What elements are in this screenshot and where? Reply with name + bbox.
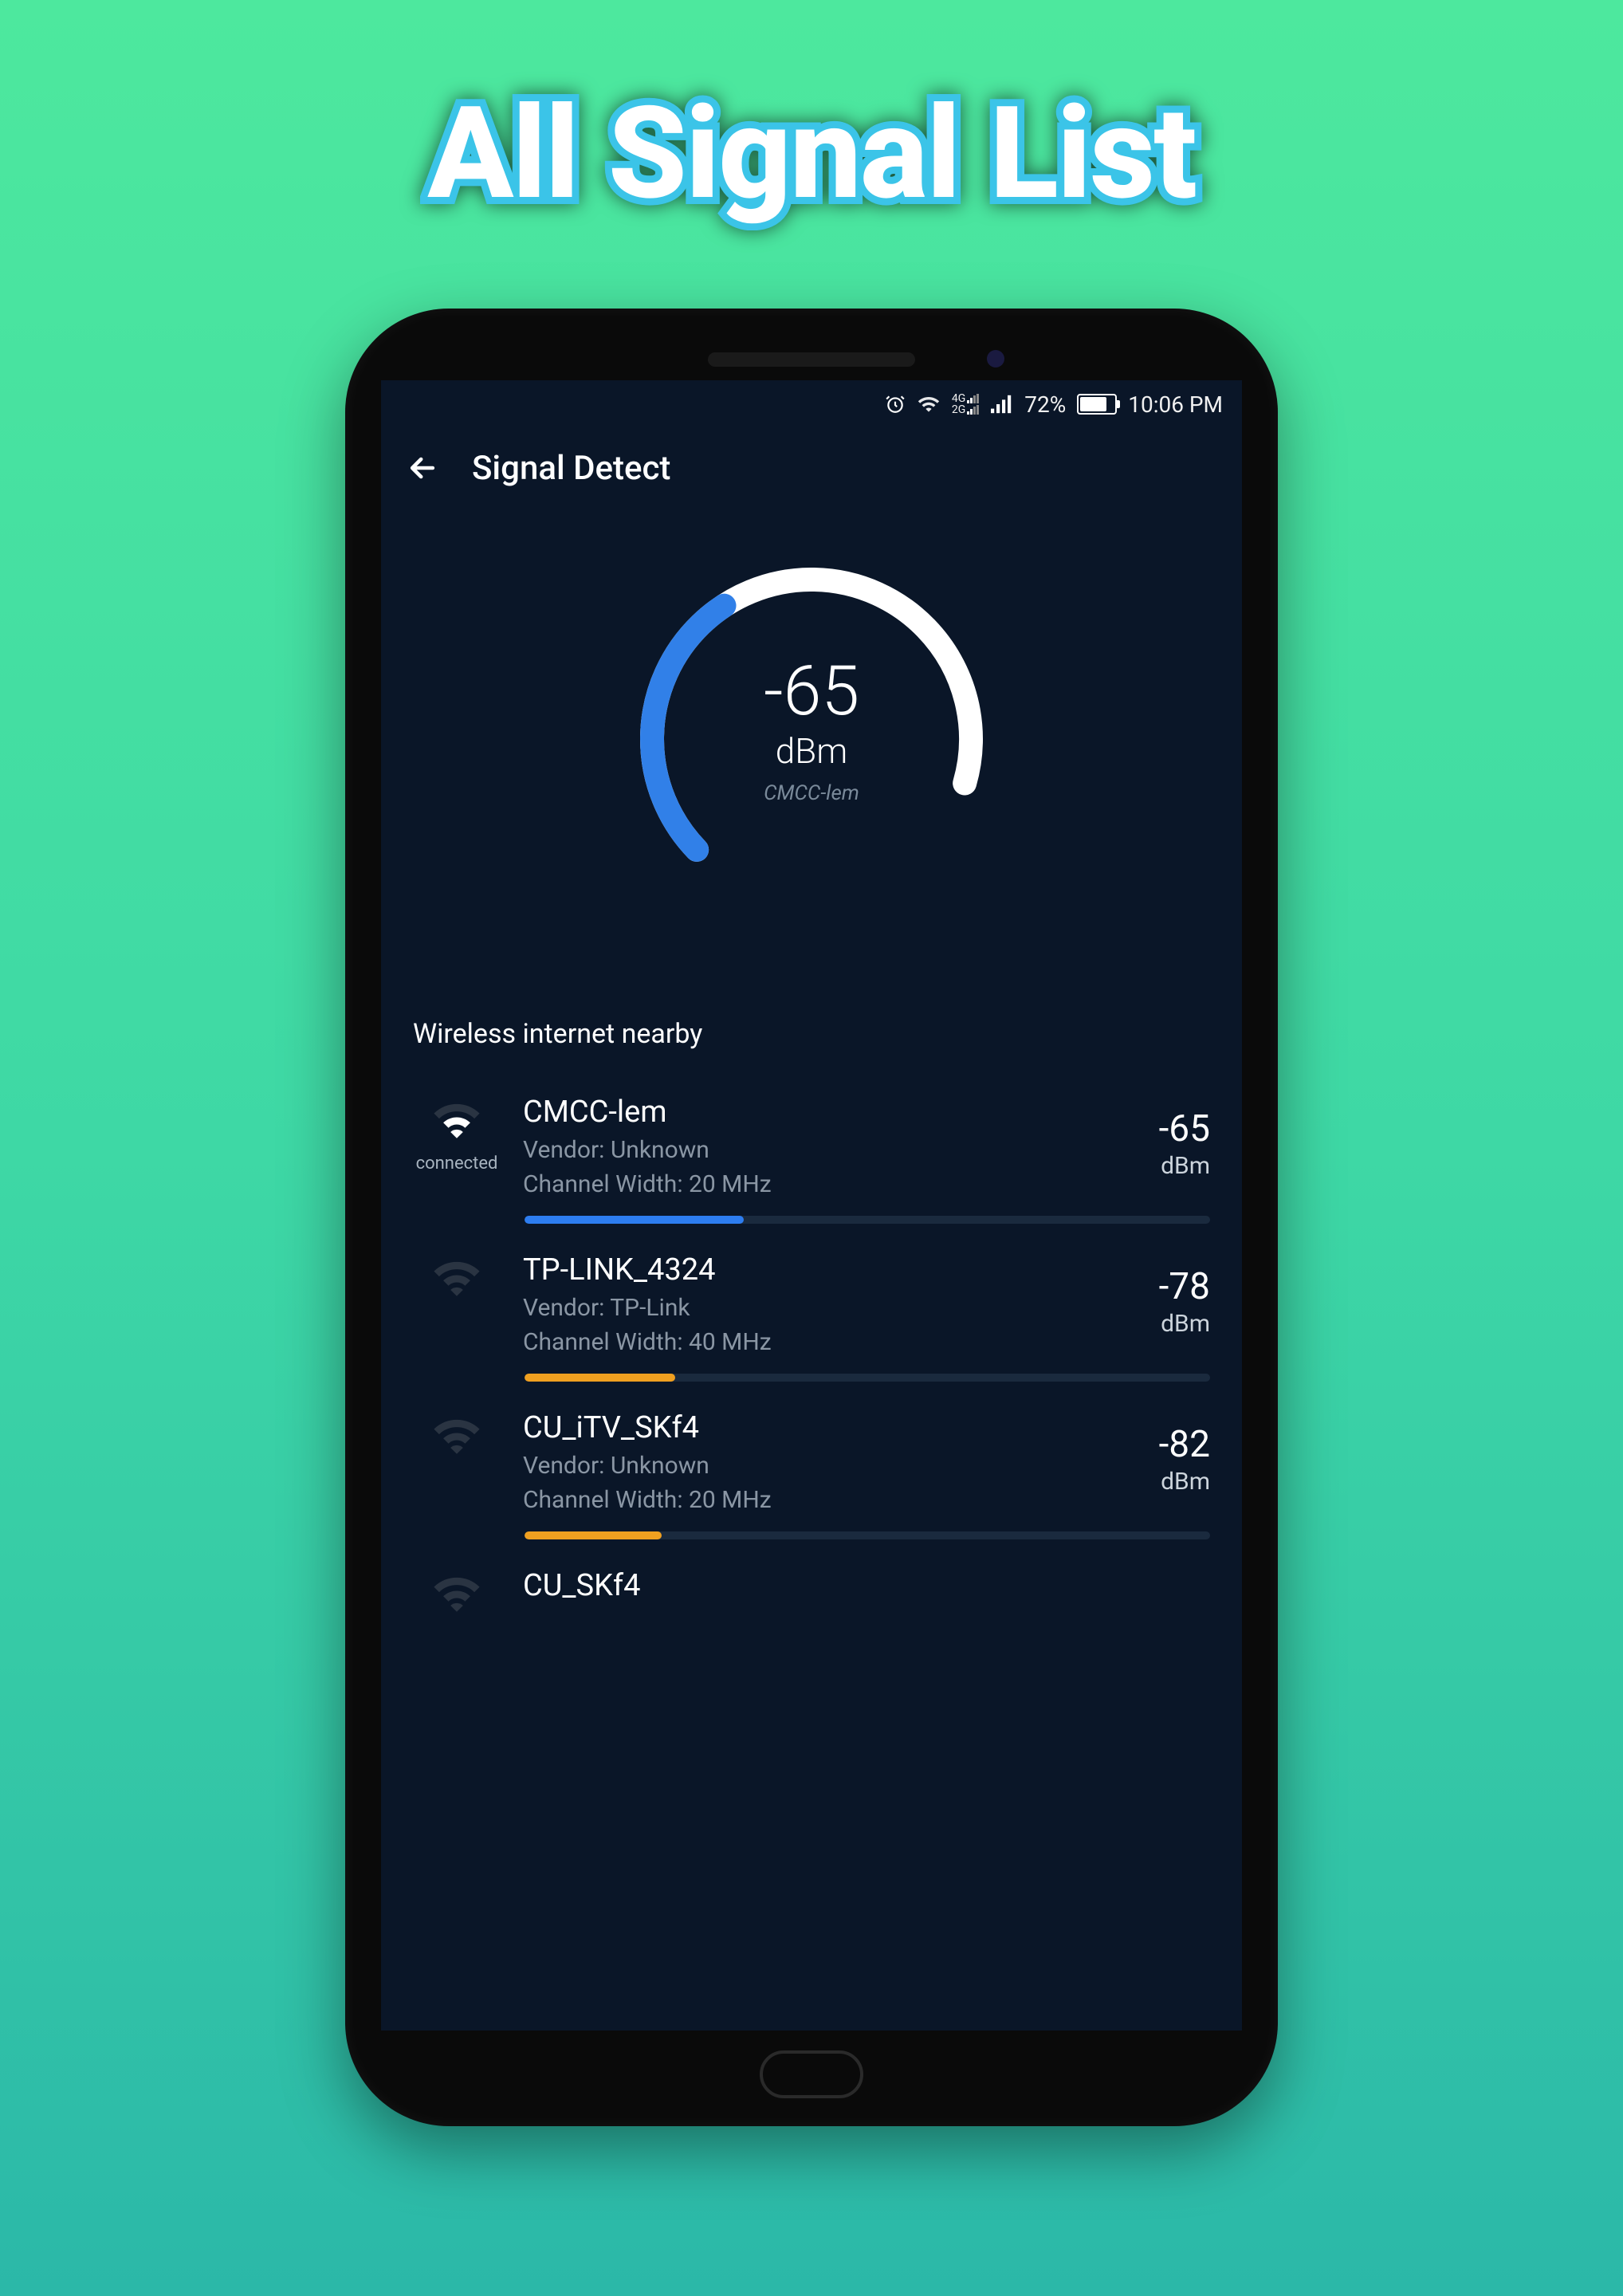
- gauge-value: -65: [764, 657, 859, 725]
- network-signal-value: -82: [1159, 1423, 1210, 1466]
- back-button[interactable]: [405, 450, 440, 486]
- status-bar: 4G 2G 72% 10:06 PM: [381, 380, 1242, 428]
- network-signal-unit: dBm: [1159, 1152, 1210, 1180]
- wifi-icon: [430, 1259, 484, 1303]
- network-channel: Channel Width: 20 MHz: [523, 1486, 1137, 1514]
- network-list: connected CMCC-lem Vendor: Unknown Chann…: [381, 1075, 1242, 1619]
- network-signal-value: -78: [1159, 1265, 1210, 1308]
- signal-bars-icon: [991, 395, 1013, 414]
- connected-label: connected: [416, 1154, 498, 1174]
- network-vendor: Vendor: Unknown: [523, 1452, 1137, 1480]
- wifi-icon: [430, 1101, 484, 1146]
- wifi-status-icon: [917, 395, 941, 414]
- network-signal-unit: dBm: [1159, 1310, 1210, 1338]
- signal-gauge: -65 dBm CMCC-lem: [612, 540, 1011, 938]
- page-title: Signal Detect: [472, 449, 670, 488]
- network-channel: Channel Width: 20 MHz: [523, 1170, 1137, 1198]
- network-name: CMCC-lem: [523, 1095, 1137, 1130]
- network-vendor: Vendor: TP-Link: [523, 1294, 1137, 1322]
- signal-bar: [525, 1531, 1210, 1539]
- clock: 10:06 PM: [1128, 391, 1223, 418]
- gauge-unit: dBm: [764, 730, 859, 772]
- app-bar: Signal Detect: [381, 428, 1242, 508]
- network-name: CU_iTV_SKf4: [523, 1410, 1137, 1445]
- battery-pct: 72%: [1024, 391, 1066, 418]
- wifi-icon: [430, 1417, 484, 1461]
- network-vendor: Vendor: Unknown: [523, 1136, 1137, 1164]
- network-item[interactable]: connected CMCC-lem Vendor: Unknown Chann…: [381, 1075, 1242, 1198]
- network-channel: Channel Width: 40 MHz: [523, 1328, 1137, 1356]
- marketing-title: All Signal List: [427, 80, 1196, 229]
- network-signal-unit: dBm: [1159, 1468, 1210, 1496]
- section-header-nearby: Wireless internet nearby: [381, 1002, 1242, 1075]
- network-name: TP-LINK_4324: [523, 1252, 1137, 1288]
- wifi-icon: [430, 1575, 484, 1619]
- network-icon: 4G 2G: [952, 393, 980, 415]
- network-name: CU_SKf4: [523, 1568, 1210, 1603]
- phone-frame: 4G 2G 72% 10:06 PM Signal Detect: [345, 309, 1278, 2126]
- screen: 4G 2G 72% 10:06 PM Signal Detect: [381, 380, 1242, 2031]
- home-button[interactable]: [760, 2050, 863, 2098]
- battery-icon: [1077, 394, 1117, 415]
- alarm-icon: [885, 394, 906, 415]
- network-signal-value: -65: [1159, 1107, 1210, 1150]
- gauge-ssid: CMCC-lem: [764, 781, 859, 805]
- signal-bar: [525, 1374, 1210, 1382]
- network-item[interactable]: CU_iTV_SKf4 Vendor: Unknown Channel Widt…: [381, 1391, 1242, 1514]
- gauge-area: -65 dBm CMCC-lem: [381, 508, 1242, 1002]
- network-item[interactable]: TP-LINK_4324 Vendor: TP-Link Channel Wid…: [381, 1233, 1242, 1356]
- network-item[interactable]: CU_SKf4: [381, 1549, 1242, 1619]
- signal-bar: [525, 1216, 1210, 1224]
